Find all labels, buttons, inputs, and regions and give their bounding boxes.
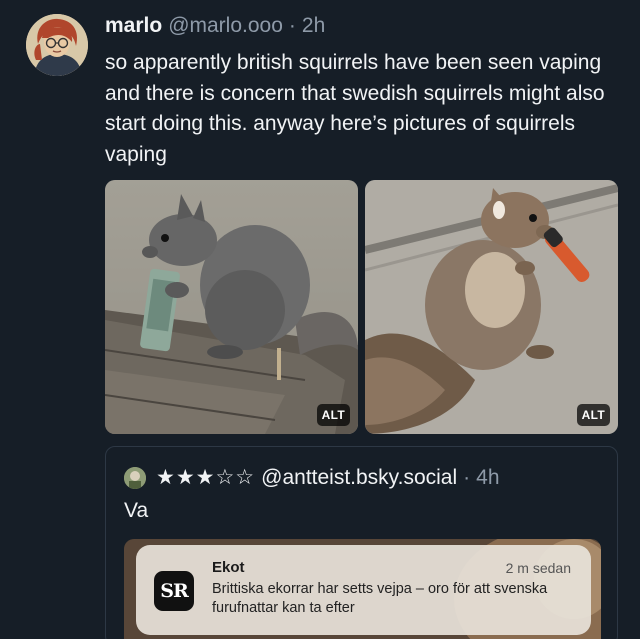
- notification-body: Brittiska ekorrar har setts vejpa – oro …: [212, 581, 548, 616]
- post: marlo @marlo.ooo · 2h so apparently brit…: [0, 0, 640, 639]
- quote-image[interactable]: SR Ekot 2 m sedan Brittiska ekorrar har …: [124, 539, 601, 639]
- post-header: marlo @marlo.ooo · 2h: [105, 14, 325, 44]
- post-text: so apparently british squirrels have bee…: [105, 51, 605, 166]
- notification-time: 2 m sedan: [505, 560, 571, 576]
- quoted-post[interactable]: ★★★☆☆ @antteist.bsky.social · 4h Va SR E…: [105, 446, 618, 639]
- quote-author-avatar[interactable]: [124, 466, 146, 489]
- post-image-1[interactable]: ALT: [105, 180, 358, 434]
- separator-dot: ·: [288, 14, 296, 37]
- quote-time[interactable]: 4h: [476, 466, 499, 490]
- alt-badge[interactable]: ALT: [576, 404, 610, 426]
- post-image-2[interactable]: ALT: [365, 180, 618, 434]
- author-avatar[interactable]: [26, 14, 88, 76]
- alt-badge[interactable]: ALT: [316, 404, 350, 426]
- quote-header: ★★★☆☆ @antteist.bsky.social · 4h: [124, 465, 500, 490]
- quote-text: Va: [124, 499, 149, 522]
- author-display-name[interactable]: marlo: [105, 14, 162, 38]
- notification-app-name: Ekot: [212, 559, 245, 576]
- post-time[interactable]: 2h: [302, 14, 325, 38]
- quote-display-name[interactable]: ★★★☆☆: [156, 465, 255, 490]
- separator-dot: ·: [463, 465, 471, 489]
- author-handle[interactable]: @marlo.ooo: [168, 14, 283, 38]
- quote-handle[interactable]: @antteist.bsky.social: [261, 466, 457, 490]
- sr-app-icon: SR: [154, 571, 194, 611]
- notification-card: SR Ekot 2 m sedan Brittiska ekorrar har …: [136, 545, 591, 635]
